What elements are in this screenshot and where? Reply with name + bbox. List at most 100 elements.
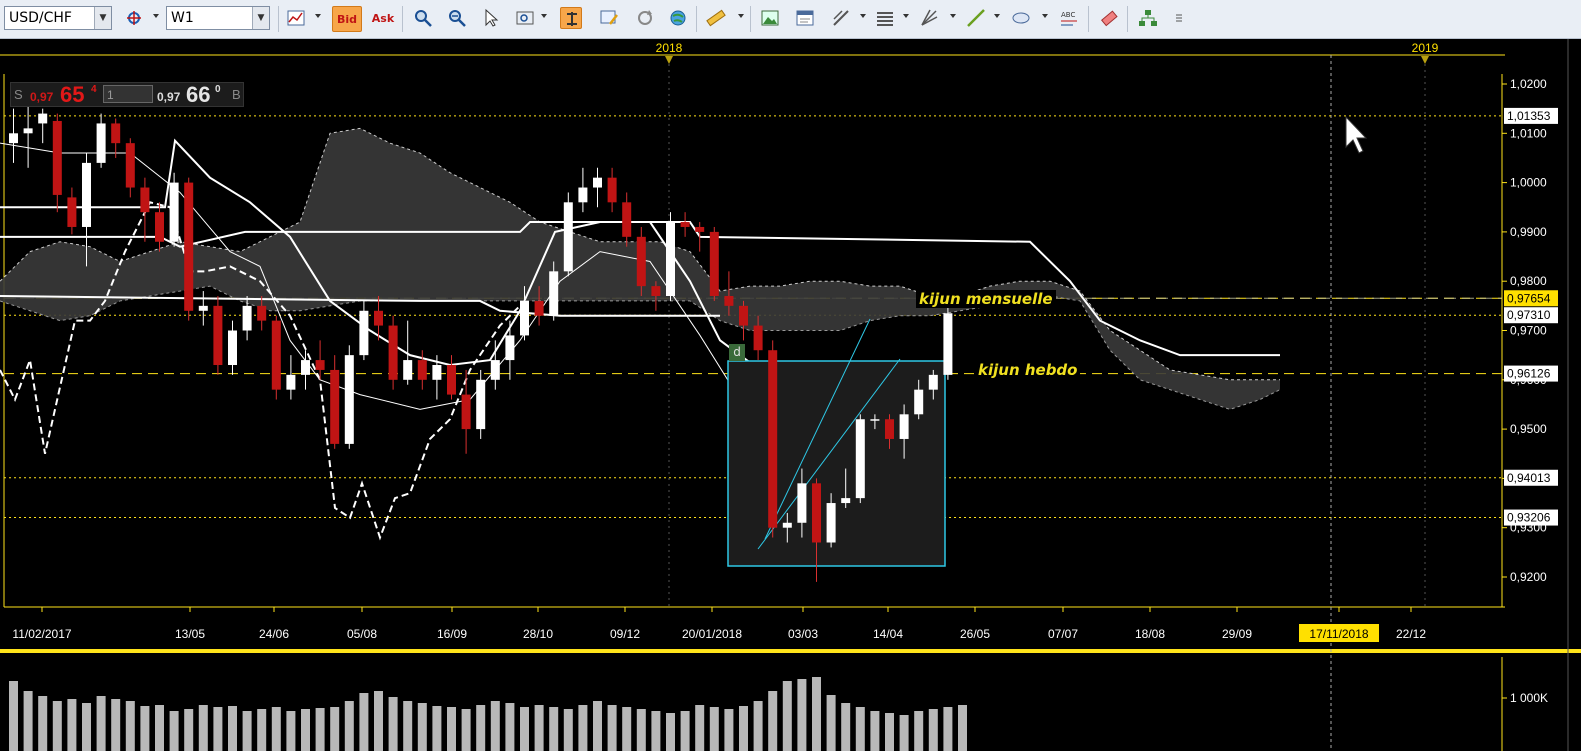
candle-body[interactable] [739,305,748,326]
volume-bar[interactable] [184,709,194,751]
volume-bar[interactable] [943,707,953,751]
analysis-rectangle[interactable] [727,360,946,567]
chart-type-icon[interactable] [285,7,307,29]
toolbar-overflow-icon[interactable] [1168,7,1182,29]
candle-body[interactable] [242,305,252,331]
ellipse-icon[interactable] [1010,7,1032,29]
volume-bar[interactable] [797,679,807,751]
candle-body[interactable] [111,123,121,144]
candle-body[interactable] [82,162,91,227]
volume-bar[interactable] [447,707,456,751]
volume-bar[interactable] [812,677,821,751]
refresh-icon[interactable] [634,7,656,29]
candle-body[interactable] [301,360,310,375]
candle-body[interactable] [359,310,369,356]
volume-bar[interactable] [9,681,18,751]
volume-bar[interactable] [125,701,135,751]
fibonacci-icon[interactable] [874,7,896,29]
volume-bar[interactable] [899,715,909,751]
chevron-down-icon[interactable]: ▼ [94,7,111,29]
volume-bar[interactable] [359,693,369,751]
candle-body[interactable] [374,310,383,326]
candle-body[interactable] [169,182,179,242]
volume-bar[interactable] [914,711,924,751]
eraser-icon[interactable] [1098,7,1120,29]
volume-bar[interactable] [155,705,164,751]
candle-body[interactable] [476,379,486,430]
candle-body[interactable] [578,187,588,203]
symbol-select[interactable]: USD/CHF ▼ [4,6,112,30]
volume-bar[interactable] [739,706,748,751]
volume-bar[interactable] [213,707,223,751]
volume-bar[interactable] [534,705,544,751]
buy-price-big[interactable]: 66 [186,82,210,108]
candle-body[interactable] [9,133,18,144]
volume-bar[interactable] [82,703,91,751]
dropdown-arrow-icon[interactable] [315,14,321,18]
candle-body[interactable] [812,483,821,543]
volume-bar[interactable] [228,706,237,751]
dropdown-arrow-icon[interactable] [903,14,909,18]
chevron-down-icon[interactable]: ▼ [252,7,269,29]
volume-bar[interactable] [96,696,106,751]
volume-bar[interactable] [593,701,602,751]
candle-body[interactable] [344,355,354,444]
timeframe-select[interactable]: W1 ▼ [166,6,270,30]
candle-body[interactable] [184,182,194,311]
candle-body[interactable] [768,350,778,528]
candle-body[interactable] [680,222,690,227]
candle-body[interactable] [899,414,909,439]
candle-body[interactable] [520,300,529,336]
volume-bar[interactable] [67,699,77,751]
candle-body[interactable] [724,295,734,306]
candle-body[interactable] [417,360,427,380]
candle-body[interactable] [432,365,442,380]
volume-bar[interactable] [169,711,179,751]
candle-body[interactable] [38,113,48,124]
volume-bar[interactable] [301,709,310,751]
volume-bar[interactable] [374,691,383,751]
template-icon[interactable] [794,7,816,29]
candle-body[interactable] [855,419,865,499]
volume-bar[interactable] [885,713,894,751]
candle-body[interactable] [885,419,894,439]
candle-body[interactable] [841,498,851,504]
candle-body[interactable] [651,286,661,296]
volume-bar[interactable] [782,681,792,751]
volume-bar[interactable] [417,703,427,751]
candle-body[interactable] [622,202,632,237]
candle-body[interactable] [914,389,924,415]
volume-bar[interactable] [826,695,836,751]
dropdown-arrow-icon[interactable] [541,14,547,18]
volume-bar[interactable] [242,711,252,751]
candle-body[interactable] [695,226,705,232]
volume-bar[interactable] [52,701,62,751]
candle-body[interactable] [447,365,456,395]
volume-bar[interactable] [549,707,559,751]
candle-body[interactable] [782,522,792,528]
kijun-mensuelle-label[interactable]: kijun mensuelle [916,290,1056,308]
ruler-icon[interactable] [705,7,727,29]
volume-bar[interactable] [578,705,588,751]
volume-bar[interactable] [388,697,398,751]
volume-bar[interactable] [855,707,865,751]
candle-body[interactable] [943,313,953,375]
candle-body[interactable] [140,187,150,213]
dropdown-arrow-icon[interactable] [860,14,866,18]
kijun-hebdo-label[interactable]: kijun hebdo [975,361,1081,379]
candle-body[interactable] [607,177,617,203]
volume-bar[interactable] [666,713,675,751]
trendline-icon[interactable] [965,7,987,29]
candle-body[interactable] [228,330,237,366]
candle-body[interactable] [461,394,471,430]
dropdown-arrow-icon[interactable] [950,14,956,18]
cursor-icon[interactable] [480,7,502,29]
volume-bar[interactable] [330,707,340,751]
candle-body[interactable] [315,360,325,370]
volume-bar[interactable] [695,705,705,751]
candle-body[interactable] [52,120,62,195]
candle-body[interactable] [593,177,602,188]
volume-bar[interactable] [505,703,515,751]
volume-bar[interactable] [680,711,690,751]
candle-body[interactable] [797,483,807,523]
